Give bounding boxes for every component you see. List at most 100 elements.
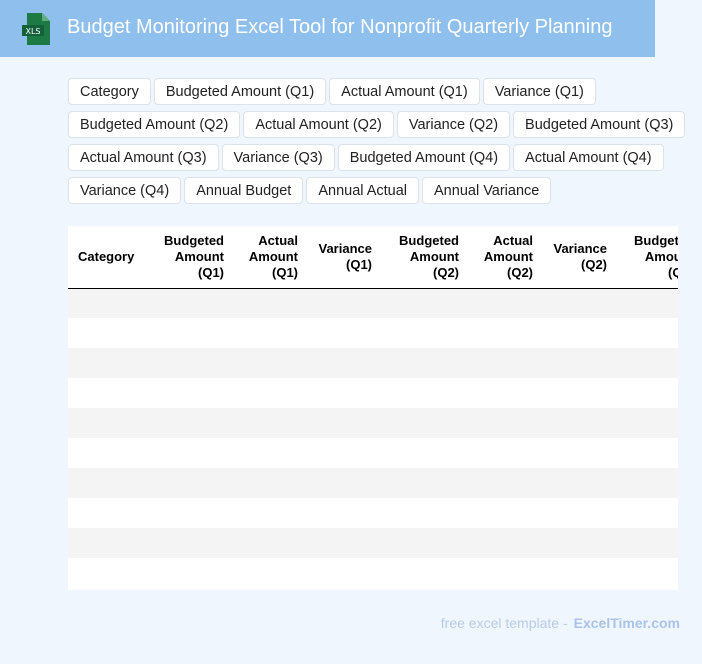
table-cell[interactable] (232, 378, 306, 408)
column-header[interactable]: Actual Amount (Q2) (467, 226, 541, 289)
table-cell[interactable] (232, 498, 306, 528)
table-cell[interactable] (467, 498, 541, 528)
table-cell[interactable] (541, 318, 615, 348)
table-cell[interactable] (380, 408, 467, 438)
table-cell[interactable] (615, 438, 678, 468)
table-cell[interactable] (148, 558, 232, 588)
table-cell[interactable] (306, 288, 380, 318)
table-cell[interactable] (148, 408, 232, 438)
table-cell[interactable] (68, 378, 148, 408)
table-cell[interactable] (306, 408, 380, 438)
column-chip[interactable]: Annual Actual (306, 177, 420, 204)
table-cell[interactable] (68, 468, 148, 498)
table-cell[interactable] (380, 528, 467, 558)
table-cell[interactable] (306, 378, 380, 408)
table-cell[interactable] (467, 528, 541, 558)
table-cell[interactable] (148, 318, 232, 348)
column-chip[interactable]: Actual Amount (Q2) (243, 111, 394, 138)
table-cell[interactable] (306, 468, 380, 498)
table-cell[interactable] (306, 528, 380, 558)
column-chip[interactable]: Actual Amount (Q3) (68, 144, 219, 171)
table-cell[interactable] (68, 528, 148, 558)
table-cell[interactable] (541, 468, 615, 498)
table-cell[interactable] (615, 348, 678, 378)
table-cell[interactable] (148, 498, 232, 528)
table-cell[interactable] (615, 558, 678, 588)
table-cell[interactable] (148, 378, 232, 408)
table-cell[interactable] (68, 438, 148, 468)
table-cell[interactable] (615, 468, 678, 498)
column-chip[interactable]: Annual Budget (184, 177, 304, 204)
table-cell[interactable] (148, 468, 232, 498)
table-cell[interactable] (68, 318, 148, 348)
table-cell[interactable] (615, 378, 678, 408)
table-cell[interactable] (68, 348, 148, 378)
table-cell[interactable] (615, 498, 678, 528)
column-header[interactable]: Variance (Q2) (541, 226, 615, 289)
table-cell[interactable] (380, 558, 467, 588)
table-cell[interactable] (306, 318, 380, 348)
column-header[interactable]: Actual Amount (Q1) (232, 226, 306, 289)
table-cell[interactable] (541, 408, 615, 438)
column-header[interactable]: Budgeted Amount (Q2) (380, 226, 467, 289)
column-chip[interactable]: Variance (Q3) (221, 144, 335, 171)
table-cell[interactable] (615, 288, 678, 318)
table-cell[interactable] (306, 498, 380, 528)
table-cell[interactable] (380, 498, 467, 528)
table-cell[interactable] (467, 408, 541, 438)
table-cell[interactable] (615, 408, 678, 438)
table-cell[interactable] (615, 318, 678, 348)
column-chip[interactable]: Actual Amount (Q1) (329, 78, 480, 105)
table-cell[interactable] (148, 438, 232, 468)
table-cell[interactable] (232, 348, 306, 378)
table-cell[interactable] (467, 348, 541, 378)
table-cell[interactable] (380, 318, 467, 348)
table-cell[interactable] (68, 288, 148, 318)
table-cell[interactable] (306, 558, 380, 588)
table-cell[interactable] (232, 558, 306, 588)
column-chip[interactable]: Budgeted Amount (Q2) (68, 111, 241, 138)
table-cell[interactable] (467, 468, 541, 498)
footer-brand-link[interactable]: ExcelTimer.com (574, 615, 680, 631)
table-cell[interactable] (148, 528, 232, 558)
table-cell[interactable] (541, 288, 615, 318)
column-header[interactable]: Budgeted Amount (Q3) (615, 226, 678, 289)
table-cell[interactable] (541, 438, 615, 468)
table-cell[interactable] (541, 348, 615, 378)
column-chip[interactable]: Variance (Q1) (482, 78, 596, 105)
table-cell[interactable] (232, 318, 306, 348)
column-header[interactable]: Category (68, 226, 148, 289)
table-cell[interactable] (541, 528, 615, 558)
table-cell[interactable] (380, 288, 467, 318)
table-cell[interactable] (467, 438, 541, 468)
table-cell[interactable] (148, 348, 232, 378)
table-cell[interactable] (148, 288, 232, 318)
table-cell[interactable] (467, 378, 541, 408)
column-header[interactable]: Variance (Q1) (306, 226, 380, 289)
column-chip[interactable]: Budgeted Amount (Q4) (337, 144, 511, 171)
table-cell[interactable] (306, 438, 380, 468)
column-chip[interactable]: Actual Amount (Q4) (513, 144, 664, 171)
table-cell[interactable] (68, 498, 148, 528)
table-cell[interactable] (615, 528, 678, 558)
table-cell[interactable] (380, 468, 467, 498)
table-cell[interactable] (467, 318, 541, 348)
column-chip[interactable]: Variance (Q2) (396, 111, 511, 138)
table-cell[interactable] (380, 348, 467, 378)
column-chip[interactable]: Annual Variance (422, 177, 552, 204)
table-cell[interactable] (467, 288, 541, 318)
table-cell[interactable] (541, 378, 615, 408)
column-chip[interactable]: Category (68, 78, 151, 105)
table-cell[interactable] (68, 558, 148, 588)
column-header[interactable]: Budgeted Amount (Q1) (148, 226, 232, 289)
table-cell[interactable] (380, 378, 467, 408)
table-cell[interactable] (68, 408, 148, 438)
table-cell[interactable] (541, 558, 615, 588)
table-cell[interactable] (541, 498, 615, 528)
column-chip[interactable]: Budgeted Amount (Q3) (513, 111, 686, 138)
column-chip[interactable]: Budgeted Amount (Q1) (153, 78, 327, 105)
table-cell[interactable] (232, 438, 306, 468)
table-cell[interactable] (232, 288, 306, 318)
table-cell[interactable] (467, 558, 541, 588)
table-cell[interactable] (380, 438, 467, 468)
